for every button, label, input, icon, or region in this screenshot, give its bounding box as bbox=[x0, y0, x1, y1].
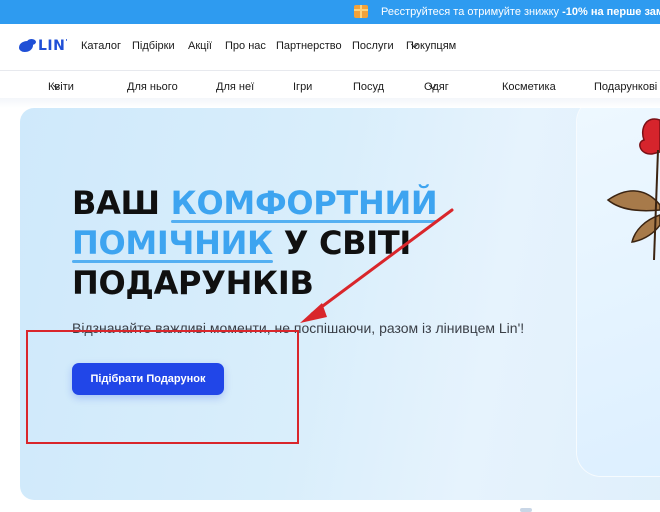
annotation-arrow-icon bbox=[300, 208, 454, 323]
carousel-indicator[interactable] bbox=[520, 508, 532, 512]
